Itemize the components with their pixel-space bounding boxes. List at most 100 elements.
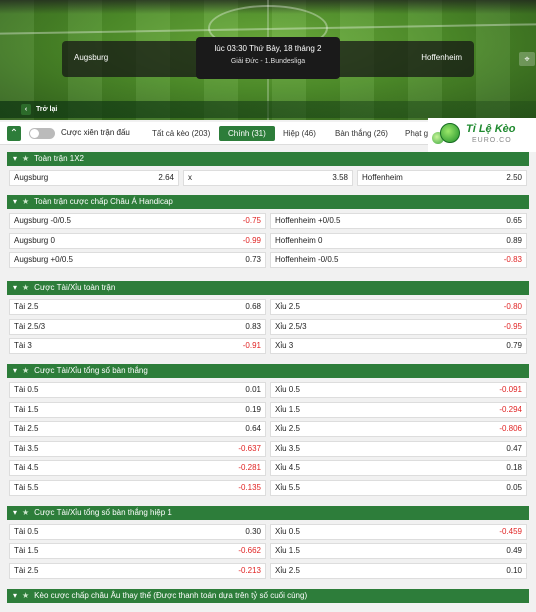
tab-goals[interactable]: Bàn thắng (26) (331, 126, 392, 141)
star-icon[interactable]: ★ (22, 589, 29, 603)
odds-label: Tài 2.5 (14, 424, 39, 433)
odds-label: Tài 1.5 (14, 404, 39, 414)
odds-label: Hoffenheim -0/0.5 (275, 255, 339, 264)
star-icon[interactable]: ★ (22, 364, 29, 378)
football-icon (440, 123, 460, 143)
odds-label: Tài 2.5/3 (14, 321, 46, 331)
odds-cell[interactable]: Tài 1.5 0.19 (9, 401, 266, 418)
section-title: Cược Tài/Xỉu tổng số bàn thắng hiệp 1 (34, 508, 172, 517)
star-icon[interactable]: ★ (22, 152, 29, 166)
match-time: lúc 03:30 Thứ Bảy, 18 tháng 2 (214, 44, 322, 53)
odds-label: Augsburg 0 (14, 235, 55, 245)
odds-cell[interactable]: Hoffenheim 2.50 (357, 170, 527, 186)
odds-cell[interactable]: Tài 2.5/3 0.83 (9, 318, 266, 335)
odds-cell[interactable]: Xỉu 2.5 0.10 (270, 562, 527, 579)
odds-cell[interactable]: Augsburg 0 -0.99 (9, 232, 266, 249)
odds-label: Tài 5.5 (14, 482, 39, 492)
section-header[interactable]: ▾ ★ Cược Tài/Xỉu tổng số bàn thắng (7, 364, 529, 378)
chevron-left-icon: ‹ (21, 104, 31, 115)
chevron-down-icon: ▾ (13, 283, 18, 292)
away-team-name: Hoffenheim (421, 53, 462, 62)
odds-value: 0.19 (245, 404, 261, 414)
odds-value: -0.75 (242, 216, 261, 225)
odds-label: Xỉu 2.5 (275, 424, 300, 433)
tab-main[interactable]: Chính (31) (219, 126, 275, 141)
collapse-icon[interactable]: ⌃ (7, 126, 21, 141)
section-header[interactable]: ▾ ★ Toàn trận 1X2 (7, 152, 529, 166)
odds-cell[interactable]: Hoffenheim 0 0.89 (270, 232, 527, 249)
odds-cell[interactable]: Hoffenheim +0/0.5 0.65 (270, 213, 527, 229)
odds-cell[interactable]: Augsburg 2.64 (9, 170, 179, 186)
odds-value: 2.64 (158, 173, 174, 182)
tab-half[interactable]: Hiệp (46) (279, 126, 320, 141)
odds-cell[interactable]: Tài 5.5 -0.135 (9, 479, 266, 496)
odds-cell[interactable]: Xỉu 0.5 -0.091 (270, 382, 527, 398)
odds-cell[interactable]: Tài 4.5 -0.281 (9, 460, 266, 476)
odds-value: 3.58 (332, 173, 348, 182)
odds-cell[interactable]: Xỉu 2.5 -0.806 (270, 421, 527, 437)
odds-cell[interactable]: Tài 2.5 0.64 (9, 421, 266, 437)
odds-cell[interactable]: Xỉu 4.5 0.18 (270, 460, 527, 476)
odds-label: Tài 1.5 (14, 546, 39, 556)
league-name: Giải Đức - 1.Bundesliga (230, 58, 306, 65)
odds-value: -0.91 (242, 341, 261, 350)
odds-value: 0.18 (506, 463, 522, 472)
odds-value: -0.99 (242, 235, 261, 245)
section-header[interactable]: ▾ ★ Kèo cược chấp châu Âu thay thế (Được t… (7, 589, 529, 603)
odds-value: 0.73 (245, 255, 261, 264)
odds-cell[interactable]: Tài 2.5 0.68 (9, 299, 266, 315)
odds-value: 0.30 (245, 527, 261, 536)
odds-cell[interactable]: Tài 0.5 0.01 (9, 382, 266, 398)
odds-cell[interactable]: Augsburg -0/0.5 -0.75 (9, 213, 266, 229)
odds-label: Xỉu 0.5 (275, 385, 300, 394)
odds-label: Xỉu 2.5 (275, 302, 300, 311)
odds-value: 0.64 (245, 424, 261, 433)
star-icon[interactable]: ★ (22, 506, 29, 520)
odds-cell[interactable]: Hoffenheim -0/0.5 -0.83 (270, 252, 527, 268)
odds-cell[interactable]: Xỉu 1.5 0.49 (270, 543, 527, 560)
section-header[interactable]: ▾ ★ Cược Tài/Xỉu toàn trận (7, 281, 529, 295)
odds-value: 0.65 (506, 216, 522, 225)
odds-label: Xỉu 2.5/3 (275, 321, 307, 331)
odds-cell[interactable]: Augsburg +0/0.5 0.73 (9, 252, 266, 268)
odds-value: 0.79 (506, 341, 522, 350)
star-icon[interactable]: ★ (22, 281, 29, 295)
odds-label: Xỉu 0.5 (275, 527, 300, 536)
odds-value: -0.091 (499, 385, 522, 394)
odds-label: Tài 4.5 (14, 463, 39, 472)
odds-label: Tài 2.5 (14, 302, 39, 311)
odds-cell[interactable]: Tài 3.5 -0.637 (9, 440, 266, 457)
odds-cell[interactable]: Tài 0.5 0.30 (9, 524, 266, 540)
odds-cell[interactable]: Xỉu 5.5 0.05 (270, 479, 527, 496)
odds-value: -0.294 (499, 404, 522, 414)
odds-cell[interactable]: Tài 2.5 -0.213 (9, 562, 266, 579)
odds-cell[interactable]: Xỉu 2.5 -0.80 (270, 299, 527, 315)
odds-label: Tài 3 (14, 341, 32, 350)
parlay-toggle[interactable] (29, 128, 55, 139)
star-icon[interactable]: ★ (22, 195, 29, 209)
odds-label: Xỉu 4.5 (275, 463, 300, 472)
odds-cell[interactable]: Tài 3 -0.91 (9, 338, 266, 354)
section-header[interactable]: ▾ ★ Cược Tài/Xỉu tổng số bàn thắng hiệp 1 (7, 506, 529, 520)
odds-value: 0.05 (506, 482, 522, 492)
chevron-down-icon: ▾ (13, 154, 18, 163)
chevron-down-icon: ▾ (13, 366, 18, 375)
pin-icon[interactable]: ⌖ (519, 52, 535, 66)
odds-cell[interactable]: Xỉu 3.5 0.47 (270, 440, 527, 457)
odds-cell[interactable]: Xỉu 0.5 -0.459 (270, 524, 527, 540)
odds-label: Augsburg (14, 173, 49, 182)
odds-cell[interactable]: Tài 1.5 -0.662 (9, 543, 266, 560)
odds-cell[interactable]: Xỉu 2.5/3 -0.95 (270, 318, 527, 335)
odds-value: 2.50 (506, 173, 522, 182)
back-button[interactable]: ‹ Trở lại (21, 104, 57, 115)
section-header[interactable]: ▾ ★ Toàn trận cược chấp Châu Á Handicap (7, 195, 529, 209)
odds-value: -0.80 (503, 302, 522, 311)
odds-cell[interactable]: x 3.58 (183, 170, 353, 186)
tab-all[interactable]: Tất cả kèo (203) (148, 126, 214, 141)
odds-cell[interactable]: Xỉu 1.5 -0.294 (270, 401, 527, 418)
odds-value: 0.49 (506, 546, 522, 556)
parlay-toggle-label: Cược xiên trận đấu (61, 128, 130, 137)
odds-label: x (188, 173, 192, 182)
odds-cell[interactable]: Xỉu 3 0.79 (270, 338, 527, 354)
home-team-name: Augsburg (74, 53, 109, 62)
